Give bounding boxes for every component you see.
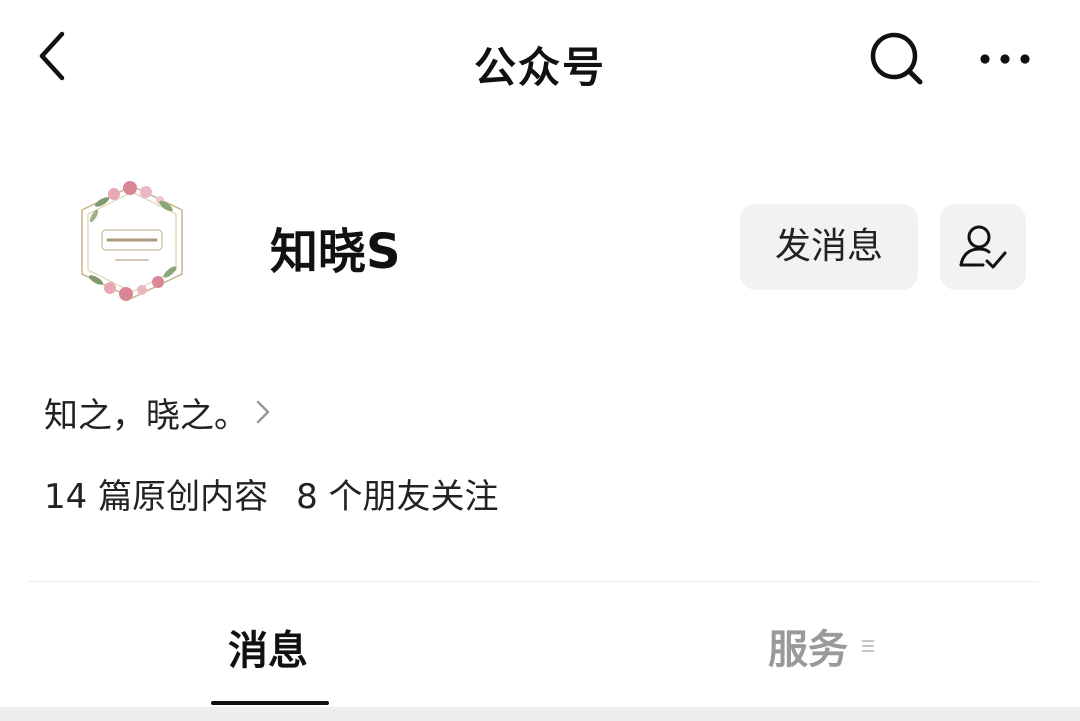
more-horizontal-icon <box>980 54 1030 64</box>
user-followed-icon <box>959 225 1007 269</box>
floral-wreath-logo <box>81 181 183 301</box>
intro-text: 知之，晓之。 <box>44 395 248 436</box>
menu-lines-icon <box>862 640 874 652</box>
official-account-profile-page: 公众号 知晓S 发消息 知之，晓之。 14 篇原创内容 8 个朋友关注 消息 服… <box>0 0 1080 721</box>
friends-following-count[interactable]: 8 个朋友关注 <box>296 469 498 518</box>
search-icon <box>870 32 923 85</box>
tab-messages[interactable]: 消息 <box>228 618 308 674</box>
original-articles-count[interactable]: 14 篇原创内容 <box>44 469 268 518</box>
tab-services[interactable]: 服务 <box>768 618 876 674</box>
account-name: 知晓S <box>270 224 401 280</box>
account-intro[interactable]: 知之，晓之。 <box>44 388 274 436</box>
tab-services-label: 服务 <box>768 627 848 673</box>
divider <box>28 581 1038 582</box>
follow-status-button[interactable] <box>940 204 1026 290</box>
chevron-right-icon <box>256 400 270 424</box>
send-message-button[interactable]: 发消息 <box>740 204 918 290</box>
content-area-edge <box>0 707 1080 721</box>
more-button[interactable] <box>970 30 1040 86</box>
avatar[interactable] <box>66 172 198 312</box>
search-button[interactable] <box>864 26 928 90</box>
active-tab-indicator <box>211 701 329 705</box>
account-stats: 14 篇原创内容 8 个朋友关注 <box>44 469 499 518</box>
